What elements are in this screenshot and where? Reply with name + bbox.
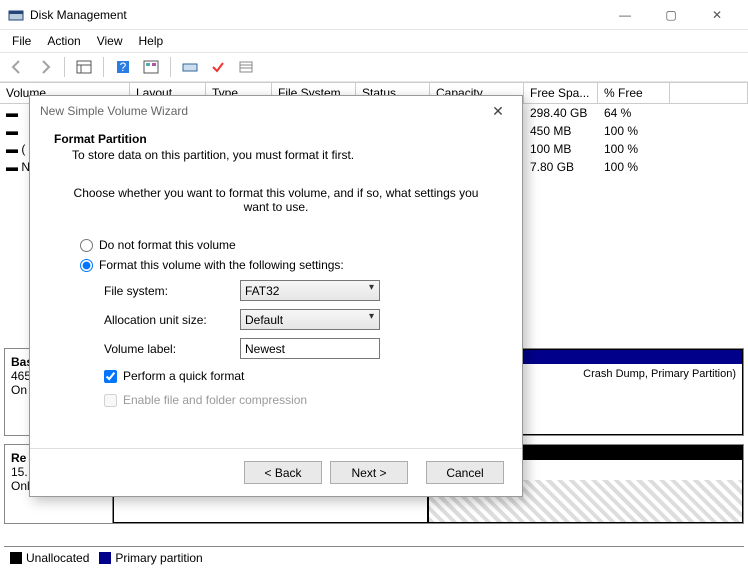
- menu-bar: File Action View Help: [0, 30, 748, 52]
- checkbox-compression: [104, 394, 117, 407]
- select-filesystem[interactable]: FAT32: [240, 280, 380, 301]
- label-allocation: Allocation unit size:: [104, 313, 240, 327]
- input-volume-label[interactable]: [240, 338, 380, 359]
- svg-text:?: ?: [120, 60, 127, 74]
- label-format: Format this volume with the following se…: [99, 258, 344, 272]
- help-icon[interactable]: ?: [112, 56, 134, 78]
- select-allocation[interactable]: Default: [240, 309, 380, 330]
- toolbar: ?: [0, 52, 748, 82]
- back-button[interactable]: < Back: [244, 461, 322, 484]
- checkbox-quick-format[interactable]: [104, 370, 117, 383]
- cell-pctfree: 100 %: [598, 124, 670, 138]
- cell-free: 100 MB: [524, 142, 598, 156]
- label-compression: Enable file and folder compression: [123, 393, 307, 407]
- label-volume-label: Volume label:: [104, 342, 240, 356]
- refresh-icon[interactable]: [179, 56, 201, 78]
- cell-free: 450 MB: [524, 124, 598, 138]
- menu-action[interactable]: Action: [39, 32, 88, 50]
- window-title: Disk Management: [30, 8, 602, 22]
- cancel-button[interactable]: Cancel: [426, 461, 504, 484]
- forward-icon: [34, 56, 56, 78]
- next-button[interactable]: Next >: [330, 461, 408, 484]
- list-icon[interactable]: [235, 56, 257, 78]
- maximize-button[interactable]: ▢: [648, 0, 694, 30]
- cell-pctfree: 100 %: [598, 160, 670, 174]
- legend-primary: Primary partition: [115, 551, 202, 565]
- dialog-subheading: To store data on this partition, you mus…: [54, 146, 498, 162]
- menu-file[interactable]: File: [4, 32, 39, 50]
- menu-view[interactable]: View: [89, 32, 131, 50]
- dialog-close-icon[interactable]: ✕: [484, 103, 512, 120]
- radio-no-format[interactable]: [80, 239, 93, 252]
- cell-free: 7.80 GB: [524, 160, 598, 174]
- legend: Unallocated Primary partition: [4, 546, 744, 568]
- close-button[interactable]: ✕: [694, 0, 740, 30]
- cell-pctfree: 64 %: [598, 106, 670, 120]
- minimize-button[interactable]: —: [602, 0, 648, 30]
- wizard-dialog: New Simple Volume Wizard ✕ Format Partit…: [29, 95, 523, 497]
- menu-help[interactable]: Help: [131, 32, 172, 50]
- back-icon: [6, 56, 28, 78]
- legend-unallocated: Unallocated: [26, 551, 89, 565]
- col-pct-free[interactable]: % Free: [598, 83, 670, 103]
- app-icon: [8, 7, 24, 23]
- label-quick-format: Perform a quick format: [123, 369, 244, 383]
- check-icon[interactable]: [207, 56, 229, 78]
- settings-icon[interactable]: [140, 56, 162, 78]
- col-free-space[interactable]: Free Spa...: [524, 83, 598, 103]
- cell-free: 298.40 GB: [524, 106, 598, 120]
- cell-pctfree: 100 %: [598, 142, 670, 156]
- titlebar: Disk Management — ▢ ✕: [0, 0, 748, 30]
- radio-format[interactable]: [80, 259, 93, 272]
- label-no-format: Do not format this volume: [99, 238, 236, 252]
- dialog-instruction: Choose whether you want to format this v…: [60, 186, 492, 232]
- dialog-heading: Format Partition: [54, 132, 147, 146]
- dialog-title: New Simple Volume Wizard: [40, 104, 484, 118]
- label-filesystem: File system:: [104, 284, 240, 298]
- panel-icon[interactable]: [73, 56, 95, 78]
